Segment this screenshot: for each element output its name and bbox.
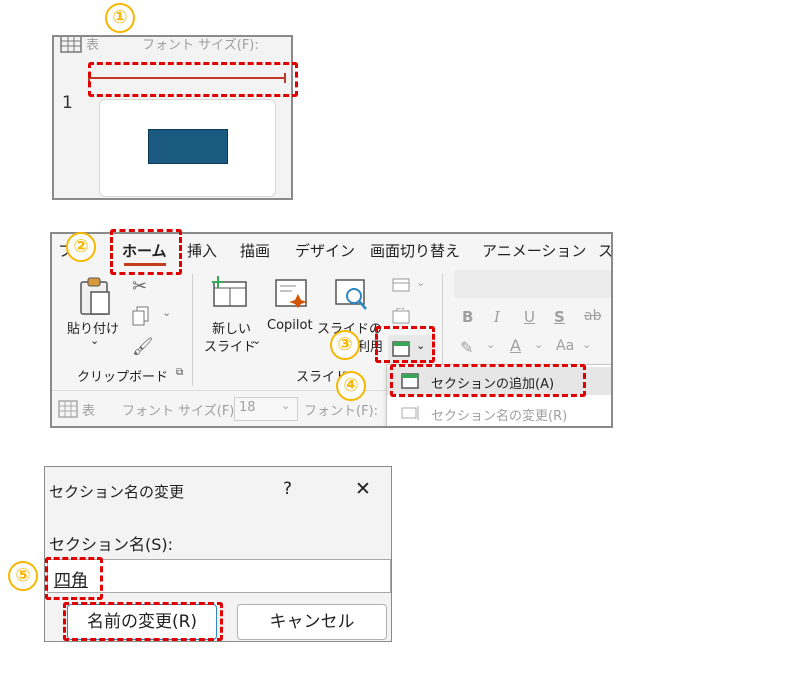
tab-design[interactable]: デザイン [295, 240, 355, 261]
new-slide-dropdown-icon[interactable]: ⌄ [252, 334, 261, 347]
slide-number: 1 [62, 93, 73, 113]
highlighter-dropdown-icon[interactable]: ⌄ [486, 338, 495, 351]
shadow-button[interactable]: S [554, 308, 565, 326]
tab-animations[interactable]: アニメーション [482, 240, 586, 261]
font-color-dropdown-icon[interactable]: ⌄ [534, 338, 543, 351]
cancel-button[interactable]: キャンセル [237, 604, 387, 640]
slide-thumbnail[interactable] [99, 99, 276, 197]
table-icon [60, 37, 82, 53]
group-divider [192, 274, 193, 386]
highlight-step5-field [45, 557, 103, 600]
step-2-badge: ② [66, 232, 96, 262]
close-icon[interactable]: ✕ [355, 478, 371, 500]
toolbar-font-size-label: フォント サイズ(F): [142, 38, 259, 53]
highlighter-icon[interactable]: ✎ [460, 338, 473, 357]
paste-dropdown-icon[interactable]: ⌄ [90, 334, 99, 347]
highlight-step5-button [63, 602, 223, 641]
font-color-icon[interactable]: A [510, 336, 521, 355]
copy-icon[interactable] [132, 306, 150, 326]
copilot-icon[interactable] [274, 278, 308, 308]
strikethrough-button[interactable]: ab [584, 308, 601, 324]
layout-dropdown-icon[interactable]: ⌄ [416, 276, 425, 289]
reset-icon[interactable] [392, 308, 410, 324]
step-1-badge: ① [105, 3, 135, 33]
rename-section-label: セクション名の変更(R) [431, 409, 568, 424]
menu-item-rename-section[interactable]: セクション名の変更(R) [387, 399, 611, 426]
highlight-step1 [88, 62, 298, 97]
help-button[interactable]: ? [283, 479, 292, 499]
new-slide-label-2[interactable]: スライド [204, 336, 256, 355]
underline-button[interactable]: U [524, 308, 535, 326]
new-slide-label-1[interactable]: 新しい [212, 318, 251, 337]
tab-transitions[interactable]: 画面切り替え [370, 240, 460, 261]
toolbar-table-label: 表 [86, 38, 100, 53]
table-icon[interactable] [58, 400, 78, 418]
clipboard-launcher-icon[interactable]: ⧉ [176, 367, 183, 378]
clipboard-group-label: クリップボード [77, 370, 169, 385]
tab-draw[interactable]: 描画 [240, 240, 270, 261]
slide-pane-toolbar: 表 フォント サイズ(F): [54, 37, 291, 65]
highlight-step3 [375, 326, 435, 363]
copy-dropdown-icon[interactable]: ⌄ [162, 306, 171, 319]
new-slide-icon[interactable] [210, 276, 248, 308]
section-name-label: セクション名(S): [49, 535, 174, 554]
font-size-select[interactable]: 18 ⌄ [234, 397, 298, 421]
font-size-value: 18 [239, 400, 256, 415]
rename-section-icon [401, 406, 419, 420]
font-size-dropdown-icon: ⌄ [281, 399, 291, 412]
bottom-font-label: フォント(F): [304, 404, 379, 419]
rectangle-shape [148, 129, 228, 164]
paste-icon[interactable] [78, 276, 112, 316]
bold-button[interactable]: B [462, 308, 473, 326]
bottom-table-label: 表 [82, 404, 96, 419]
dialog-title: セクション名の変更 [49, 483, 185, 501]
italic-button[interactable]: I [494, 308, 500, 326]
tab-insert[interactable]: 挿入 [187, 240, 217, 261]
layout-icon[interactable] [392, 278, 410, 292]
highlight-step2 [110, 229, 182, 275]
step-3-badge: ③ [330, 330, 360, 360]
highlight-step4 [390, 364, 586, 397]
format-painter-icon[interactable]: 🖌 [132, 337, 154, 357]
copilot-label[interactable]: Copilot [267, 318, 313, 333]
slide-pane-panel: 表 フォント サイズ(F): 1 [52, 35, 293, 200]
change-case-button[interactable]: Aa [556, 338, 574, 354]
step-4-badge: ④ [336, 371, 366, 401]
bottom-font-size-label: フォント サイズ(F): [122, 404, 239, 419]
tab-slideshow[interactable]: ス [598, 240, 611, 261]
change-case-dropdown-icon[interactable]: ⌄ [582, 338, 591, 351]
step-5-badge: ⑤ [8, 561, 38, 591]
reuse-slides-icon[interactable] [334, 278, 370, 312]
cut-icon[interactable]: ✂ [132, 276, 147, 297]
font-name-box[interactable] [454, 270, 611, 298]
